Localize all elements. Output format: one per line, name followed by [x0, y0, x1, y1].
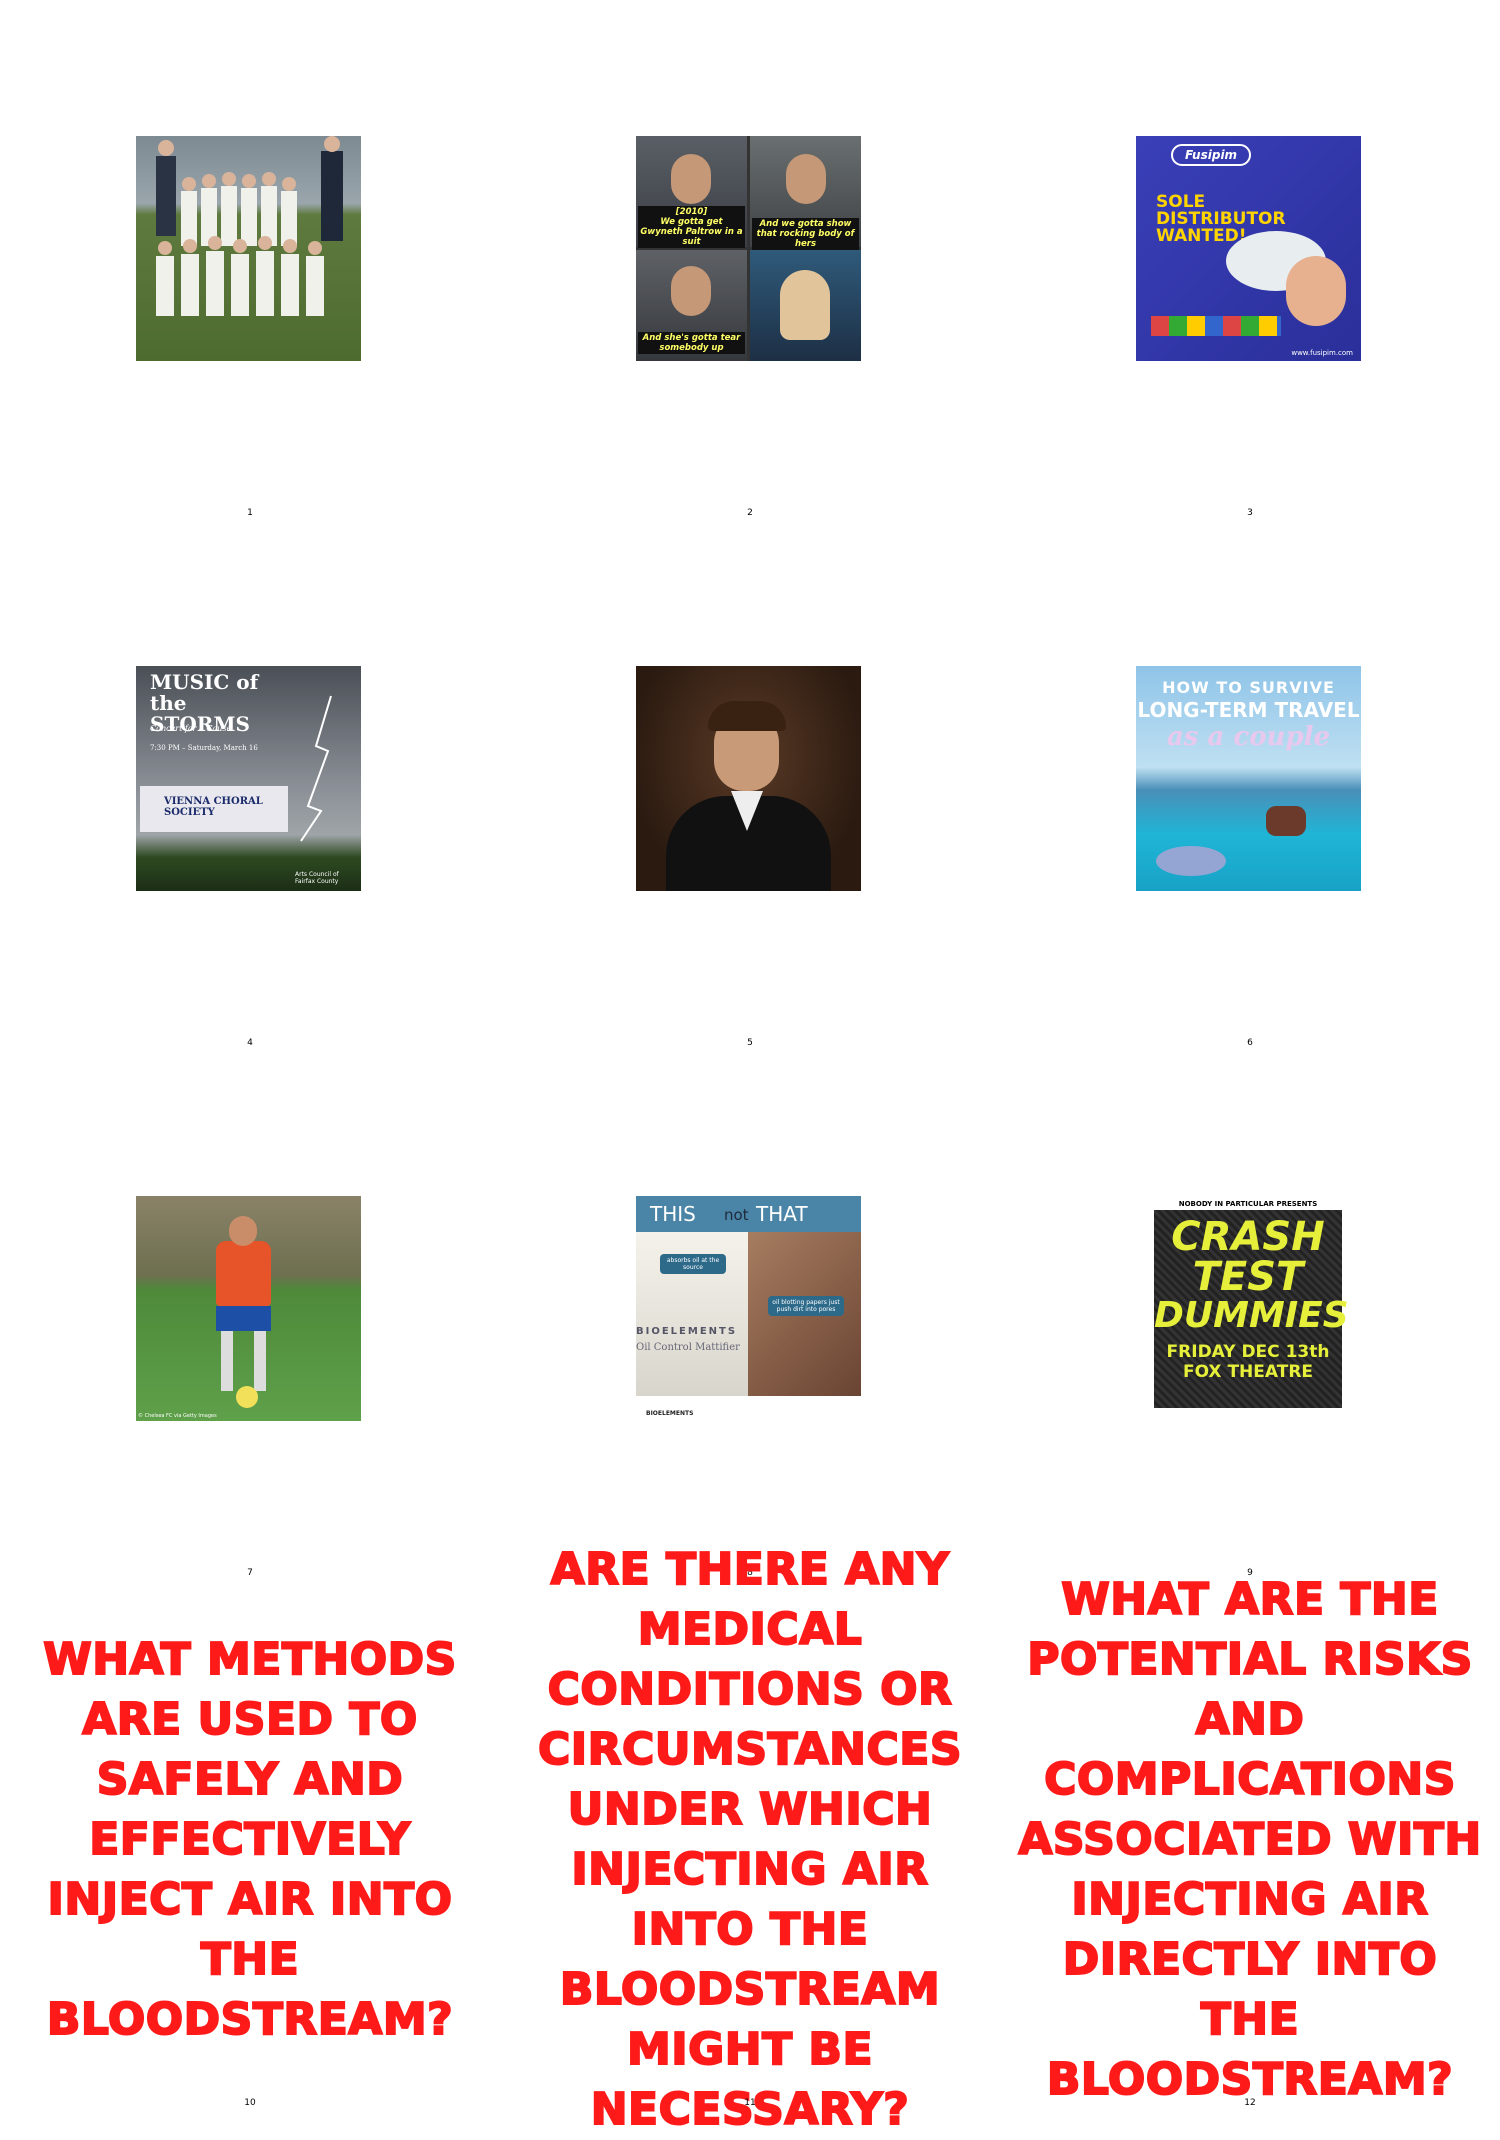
brand-logo: Fusipim — [1171, 144, 1252, 166]
question-text: ARE THERE ANY MEDICAL CONDITIONS OR CIRC… — [537, 1543, 963, 2136]
jar-label: Oil Control Mattifier — [636, 1342, 740, 1353]
concert-poster: MUSIC of the STORMS Concert for a Cause … — [136, 666, 361, 891]
player-leg-right — [254, 1331, 266, 1391]
show-date: FRIDAY DEC 13th — [1166, 1342, 1330, 1362]
cell-number: 4 — [247, 1038, 253, 1048]
question-text: WHAT ARE THE POTENTIAL RISKS AND COMPLIC… — [1017, 1573, 1482, 2106]
poster-presenter: NOBODY IN PARTICULAR PRESENTS — [1178, 1200, 1318, 1208]
skincare-advert: THIS not THAT absorbs oil at the source … — [636, 1196, 861, 1421]
cell-number: 2 — [747, 508, 753, 518]
cell-number: 1 — [247, 508, 253, 518]
grid-cell-11: ARE THERE ANY MEDICAL CONDITIONS OR CIRC… — [500, 1543, 1000, 2136]
cell-number: 3 — [1247, 508, 1253, 518]
fusipim-advert: Fusipim SOLE DISTRIBUTOR WANTED! www.fus… — [1136, 136, 1361, 361]
grid-cell-7: © Chelsea FC via Getty Images 7 — [0, 1060, 500, 1590]
product-strip — [1151, 316, 1281, 336]
cell-number: 11 — [744, 2098, 756, 2108]
photo-credit: © Chelsea FC via Getty Images — [138, 1413, 217, 1419]
portrait-hair — [708, 701, 786, 731]
couple-figure — [1266, 806, 1306, 836]
grid-cell-5: 5 — [500, 530, 1000, 1060]
pool-ring — [1156, 846, 1226, 876]
player-leg-left — [221, 1331, 233, 1391]
footballer-photo: © Chelsea FC via Getty Images — [136, 1196, 361, 1421]
cell-number: 6 — [1247, 1038, 1253, 1048]
meme-caption-1: [2010] We gotta get Gwyneth Paltrow in a… — [638, 206, 745, 248]
grid-cell-1: 1 — [0, 0, 500, 530]
cell-number: 5 — [747, 1038, 753, 1048]
travel-line-3: as a couple — [1166, 722, 1331, 752]
choral-society-logo: VIENNA CHORAL SOCIETY — [140, 786, 288, 832]
cricket-team-photo — [136, 136, 361, 361]
player-shorts — [216, 1306, 271, 1331]
training-bib — [216, 1241, 271, 1306]
grid-cell-10: WHAT METHODS ARE USED TO SAFELY AND EFFE… — [0, 1590, 500, 2120]
show-venue: FOX THEATRE — [1182, 1362, 1314, 1382]
grid-cell-9: NOBODY IN PARTICULAR PRESENTS CRASH TEST… — [1000, 1060, 1500, 1590]
football — [236, 1386, 258, 1408]
grid-cell-8: THIS not THAT absorbs oil at the source … — [500, 1060, 1000, 1590]
grid-cell-6: HOW TO SURVIVE LONG-TERM TRAVEL as a cou… — [1000, 530, 1500, 1060]
meme-panel-4 — [750, 250, 861, 361]
grid-cell-12: WHAT ARE THE POTENTIAL RISKS AND COMPLIC… — [1000, 1573, 1500, 2120]
ad-footer: BIOELEMENTS — [646, 1410, 694, 1417]
meme-collage: [2010] We gotta get Gwyneth Paltrow in a… — [636, 136, 861, 361]
band-poster: NOBODY IN PARTICULAR PRESENTS CRASH TEST… — [1136, 1196, 1361, 1421]
portrait-painting — [636, 666, 861, 891]
bubble-blotting: oil blotting papers just push dirt into … — [768, 1296, 844, 1316]
cell-number: 12 — [1244, 2098, 1256, 2108]
ad-website: www.fusipim.com — [1291, 349, 1353, 357]
child-figure — [1286, 256, 1346, 326]
ad-heading-that: THAT — [756, 1202, 808, 1226]
lightning-icon — [300, 695, 332, 842]
poster-sponsor: Arts Council of Fairfax County — [295, 871, 339, 885]
band-name-1: CRASH — [1171, 1214, 1325, 1260]
travel-pin-image: HOW TO SURVIVE LONG-TERM TRAVEL as a cou… — [1136, 666, 1361, 891]
question-text: WHAT METHODS ARE USED TO SAFELY AND EFFE… — [42, 1633, 457, 2046]
band-name-2: TEST — [1192, 1254, 1304, 1300]
travel-line-1: HOW TO SURVIVE — [1162, 678, 1335, 697]
travel-line-2: LONG-TERM TRAVEL — [1137, 698, 1360, 722]
ad-heading-not: not — [724, 1206, 749, 1224]
player-head — [229, 1216, 257, 1246]
band-name-3: DUMMIES — [1154, 1295, 1349, 1336]
cell-number: 10 — [244, 2098, 256, 2108]
cell-number: 7 — [247, 1568, 253, 1578]
bubble-absorbs: absorbs oil at the source — [660, 1254, 726, 1274]
meme-caption-3: And she's gotta tear somebody up — [638, 332, 745, 354]
team-figures — [156, 136, 343, 316]
grid-cell-4: MUSIC of the STORMS Concert for a Cause … — [0, 530, 500, 1060]
meme-caption-2: And we gotta show that rocking body of h… — [752, 218, 859, 250]
jar-brand: BIOELEMENTS — [636, 1326, 738, 1337]
ad-heading-this: THIS — [650, 1202, 696, 1226]
grid-cell-3: Fusipim SOLE DISTRIBUTOR WANTED! www.fus… — [1000, 0, 1500, 530]
grid-cell-2: [2010] We gotta get Gwyneth Paltrow in a… — [500, 0, 1000, 530]
